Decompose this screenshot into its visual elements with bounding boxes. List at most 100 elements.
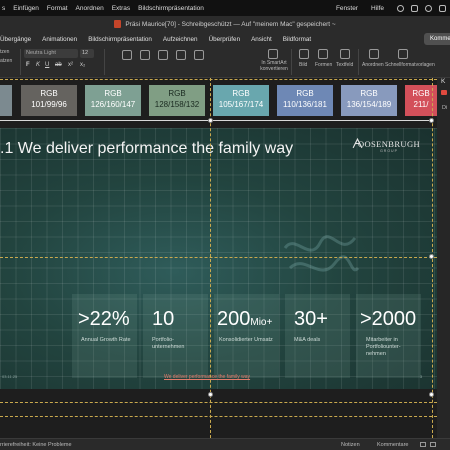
menu-bar-right: Fenster Hilfe [336,0,446,16]
resize-handle[interactable] [208,118,213,123]
swatch-label: RGB [232,89,250,98]
resize-handle[interactable] [429,118,434,123]
color-swatch[interactable]: RGB 136/154/189 [341,85,397,116]
shapes-icon[interactable] [318,49,328,59]
menu-item-view[interactable]: s [2,5,5,12]
guide-line[interactable] [0,79,437,80]
tab-review[interactable]: Überprüfen [209,36,241,43]
font-size-select[interactable]: 12 [80,49,94,58]
smartart-label[interactable]: In SmartArt konvertieren [260,60,288,72]
slide[interactable]: .1 We deliver performance the family way… [0,128,437,389]
color-swatch[interactable]: 56 [0,85,12,116]
battery-icon[interactable] [411,4,418,12]
indent-icon[interactable] [158,50,168,60]
color-swatch[interactable]: RGB 101/99/96 [21,85,77,116]
strikethrough-button[interactable]: ab [55,62,62,68]
guide-line[interactable] [0,402,437,403]
resize-handle[interactable] [429,392,434,397]
arrange-icon[interactable] [369,49,379,59]
menu-item-arrange[interactable]: Anordnen [76,5,104,12]
font-name-select[interactable]: Neutra Light [24,49,78,58]
resize-handle[interactable] [429,254,434,259]
wifi-icon[interactable] [425,4,432,12]
menu-item-format[interactable]: Format [47,5,68,12]
menu-item-window[interactable]: Fenster [336,5,358,12]
tab-view[interactable]: Ansicht [251,36,272,43]
columns-icon[interactable] [194,50,204,60]
bold-button[interactable]: F [26,62,30,68]
quick-styles-label[interactable]: Schnellformatvorlagen [385,62,435,68]
color-swatch[interactable]: RGB 128/158/132 [149,85,205,116]
record-icon[interactable] [397,4,404,12]
menu-item-help[interactable]: Hilfe [371,5,384,12]
quick-styles-icon[interactable] [398,49,408,59]
stat-card[interactable]: >22% Annual Growth Rate [72,294,137,378]
slide-title[interactable]: .1 We deliver performance the family way [0,140,293,158]
shapes-label[interactable]: Formen [315,62,332,68]
comments-status-button[interactable]: Kommentare [377,442,409,448]
ribbon-partial-label-2[interactable]: atzen [0,58,12,64]
swatch-label: RGB [40,89,58,98]
bullets-icon[interactable] [122,50,132,60]
menu-item-slideshow[interactable]: Bildschirmpräsentation [138,5,204,12]
comment-bubble-icon[interactable] [441,90,447,95]
align-icon[interactable] [176,50,186,60]
tab-animations[interactable]: Animationen [42,36,77,43]
resize-handle[interactable] [208,392,213,397]
tab-picture-format[interactable]: Bildformat [283,36,311,43]
superscript-button[interactable]: x² [68,62,73,68]
guide-line[interactable] [210,78,211,438]
tab-slideshow[interactable]: Bildschirmpräsentation [88,36,152,43]
subscript-button[interactable]: x₂ [80,62,85,68]
document-title: Präsi Maurice[70] - Schreibgeschützt — A… [125,20,336,28]
swatch-label: RGB [168,89,186,98]
stat-description: Mitarbeiter in Portfoliounter-nehmen [366,337,401,357]
company-logo[interactable]: OOSENBRUGH GROUP [352,138,424,153]
picture-icon[interactable] [299,49,309,59]
accessibility-status[interactable]: rrierefreiheit: Keine Probleme [0,442,72,448]
underline-button[interactable]: U [45,62,49,68]
textbox-icon[interactable] [340,49,350,59]
notes-button[interactable]: Notizen [341,442,360,448]
smartart-icon[interactable] [268,49,278,59]
stat-card[interactable]: 10 Portfolio-unternehmen [143,294,208,378]
selection-border [0,120,432,121]
picture-label[interactable]: Bild [299,62,307,68]
slide-footer-text[interactable]: We deliver performance the family way [164,374,250,380]
powerpoint-document-icon [114,20,122,28]
tab-record[interactable]: Aufzeichnen [163,36,198,43]
stat-card[interactable]: 30+ M&A deals [285,294,350,378]
stat-card[interactable]: 200Mio+ Konsolidierter Umsatz [214,294,279,378]
stat-description: Konsolidierter Umsatz [219,337,273,343]
menu-bar: s Einfügen Format Anordnen Extras Bildsc… [0,0,450,16]
arrange-label[interactable]: Anordnen [362,62,384,68]
comments-button[interactable]: Komme [424,33,450,45]
status-bar: rrierefreiheit: Keine Probleme Notizen K… [0,438,450,450]
ribbon-separator [104,49,105,75]
color-swatch[interactable]: RGB 126/160/147 [85,85,141,116]
control-center-icon[interactable] [439,4,446,12]
color-swatch[interactable]: RGB 110/136/181 [277,85,333,116]
ribbon-separator [358,49,359,75]
ribbon-partial-label-1[interactable]: tzen [0,49,9,55]
color-swatch[interactable]: RGB 105/167/174 [213,85,269,116]
menu-item-tools[interactable]: Extras [112,5,130,12]
stat-description: M&A deals [294,337,321,343]
guide-line[interactable] [0,416,437,417]
ribbon-toolbar: tzen atzen Neutra Light 12 F K U ab x² x… [0,46,450,78]
tab-transitions[interactable]: Übergänge [0,36,31,43]
normal-view-icon[interactable] [420,442,426,447]
title-bar: Präsi Maurice[70] - Schreibgeschützt — A… [0,16,450,32]
italic-button[interactable]: K [36,62,40,68]
guide-line[interactable] [0,257,437,258]
logo-name: OOSENBRUGH [357,139,421,149]
menu-item-insert[interactable]: Einfügen [13,5,39,12]
sorter-view-icon[interactable] [430,442,436,447]
stat-description: Portfolio-unternehmen [152,337,185,350]
swatch-label: RGB [104,89,122,98]
textbox-label[interactable]: Textfeld [336,62,353,68]
numbering-icon[interactable] [140,50,150,60]
stat-card[interactable]: >2000 Mitarbeiter in Portfoliounter-nehm… [356,294,421,378]
swatch-value: 56 [0,89,12,98]
side-panel: K Di [437,78,450,438]
